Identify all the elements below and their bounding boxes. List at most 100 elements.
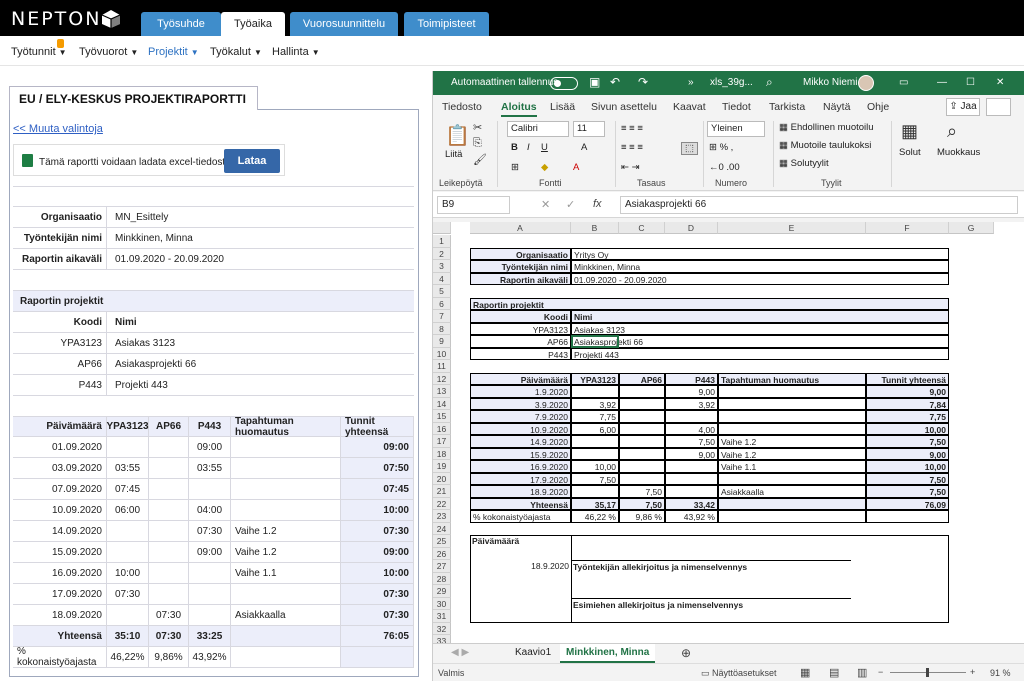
copy-icon[interactable]: ⎘ xyxy=(473,137,482,150)
data-cell[interactable] xyxy=(619,422,665,435)
data-cell[interactable] xyxy=(718,422,866,435)
name-box[interactable]: B9 xyxy=(437,196,510,214)
font-color-icon[interactable]: A xyxy=(573,162,579,173)
function-icon[interactable]: fx xyxy=(593,198,602,210)
merge-icon[interactable]: ⬚ xyxy=(681,142,698,155)
zoom-thumb[interactable] xyxy=(926,668,929,677)
data-cell[interactable] xyxy=(665,485,718,498)
menu-tiedosto[interactable]: Tiedosto xyxy=(442,101,482,113)
row-header[interactable]: 20 xyxy=(433,472,451,485)
total-cell[interactable] xyxy=(718,497,866,510)
data-cell[interactable] xyxy=(619,472,665,485)
data-cell[interactable]: 16.9.2020 xyxy=(470,460,571,473)
data-cell[interactable]: 7,75 xyxy=(866,410,949,423)
info-value[interactable]: Yritys Oy xyxy=(571,247,949,260)
add-sheet-icon[interactable]: ⊕ xyxy=(681,646,691,660)
ribbon-options-icon[interactable]: ▭ xyxy=(899,77,908,88)
column-header[interactable]: G xyxy=(949,222,994,234)
project-name[interactable]: Projekti 443 xyxy=(571,347,949,360)
projects-header-name[interactable]: Nimi xyxy=(571,310,949,323)
row-header[interactable]: 5 xyxy=(433,285,451,298)
data-cell[interactable] xyxy=(718,385,866,398)
data-cell[interactable]: 9,00 xyxy=(866,385,949,398)
row-header[interactable]: 33 xyxy=(433,635,451,643)
cancel-icon[interactable]: ✕ xyxy=(541,198,550,211)
data-cell[interactable] xyxy=(619,385,665,398)
data-cell[interactable]: 7,50 xyxy=(665,435,718,448)
cut-icon[interactable]: ✂ xyxy=(473,121,482,134)
tab-toimipisteet[interactable]: Toimipisteet xyxy=(404,12,489,36)
tab-tyosuhde[interactable]: Työsuhde xyxy=(141,12,221,36)
data-cell[interactable]: 7,75 xyxy=(571,410,619,423)
projects-header-code[interactable]: Koodi xyxy=(470,310,571,323)
row-header[interactable]: 21 xyxy=(433,485,451,498)
row-header[interactable]: 8 xyxy=(433,322,451,335)
menu-lisaa[interactable]: Lisää xyxy=(550,101,575,113)
font-grow-icon[interactable]: A xyxy=(581,142,587,153)
number-format-select[interactable]: Yleinen xyxy=(707,121,765,137)
format-painter-icon[interactable]: 🖌 xyxy=(473,153,487,166)
menu-kaavat[interactable]: Kaavat xyxy=(673,101,706,113)
row-header[interactable]: 16 xyxy=(433,422,451,435)
sheet-tab-kaavio1[interactable]: Kaavio1 xyxy=(509,644,557,663)
row-header[interactable]: 25 xyxy=(433,535,451,548)
indent-icon[interactable]: ⇤ ⇥ xyxy=(621,162,640,173)
data-cell[interactable] xyxy=(571,485,619,498)
header-cell[interactable]: Päivämäärä xyxy=(470,372,571,385)
percent-icon[interactable]: ⊞ % , xyxy=(709,142,733,153)
info-label[interactable]: Organisaatio xyxy=(470,247,571,260)
cells-icon[interactable]: ▦ xyxy=(901,121,918,142)
bold-icon[interactable]: B xyxy=(511,142,518,153)
project-code[interactable]: P443 xyxy=(470,347,571,360)
zoom-out-icon[interactable]: − xyxy=(878,667,883,677)
header-cell[interactable]: Tunnit yhteensä xyxy=(866,372,949,385)
percent-cell[interactable] xyxy=(866,510,949,523)
total-cell[interactable]: 76,09 xyxy=(866,497,949,510)
row-header[interactable]: 7 xyxy=(433,310,451,323)
data-cell[interactable]: Vaihe 1.2 xyxy=(718,435,866,448)
project-code[interactable]: AP66 xyxy=(470,335,571,348)
menu-ohje[interactable]: Ohje xyxy=(867,101,889,113)
nav-hallinta[interactable]: Hallinta ▼ xyxy=(272,46,320,58)
row-header[interactable]: 19 xyxy=(433,460,451,473)
row-header[interactable]: 6 xyxy=(433,297,451,310)
align-top-icon[interactable]: ≡ ≡ ≡ xyxy=(621,123,643,134)
nav-tyovuorot[interactable]: Työvuorot ▼ xyxy=(79,46,138,58)
data-cell[interactable] xyxy=(619,397,665,410)
column-header[interactable]: F xyxy=(866,222,949,234)
data-cell[interactable] xyxy=(619,447,665,460)
data-cell[interactable]: 10,00 xyxy=(571,460,619,473)
tab-vuorosuunnittelu[interactable]: Vuorosuunnittelu xyxy=(290,12,398,36)
data-cell[interactable]: 9,00 xyxy=(665,447,718,460)
font-name-select[interactable]: Calibri xyxy=(507,121,569,137)
header-cell[interactable]: P443 xyxy=(665,372,718,385)
paste-icon[interactable]: 📋 xyxy=(445,123,470,148)
row-header[interactable]: 30 xyxy=(433,597,451,610)
row-header[interactable]: 4 xyxy=(433,272,451,285)
data-cell[interactable]: 10.9.2020 xyxy=(470,422,571,435)
row-header[interactable]: 22 xyxy=(433,497,451,510)
percent-cell[interactable]: % kokonaistyöajasta xyxy=(470,510,571,523)
menu-tiedot[interactable]: Tiedot xyxy=(722,101,751,113)
borders-icon[interactable]: ⊞ xyxy=(511,162,519,173)
comments-button[interactable] xyxy=(986,98,1011,116)
page-break-icon[interactable]: ▥ xyxy=(857,666,867,679)
percent-cell[interactable]: 9,86 % xyxy=(619,510,665,523)
percent-cell[interactable]: 46,22 % xyxy=(571,510,619,523)
data-cell[interactable]: 4,00 xyxy=(665,422,718,435)
undo-icon[interactable]: ↶ xyxy=(610,75,620,89)
row-header[interactable]: 31 xyxy=(433,610,451,623)
row-header[interactable]: 14 xyxy=(433,397,451,410)
column-header[interactable]: C xyxy=(619,222,665,234)
data-cell[interactable] xyxy=(718,397,866,410)
signature-date[interactable]: 18.9.2020 xyxy=(470,560,571,573)
menu-nayta[interactable]: Näytä xyxy=(823,101,850,113)
data-cell[interactable] xyxy=(619,410,665,423)
format-as-table-button[interactable]: ▦ Muotoile taulukoksi xyxy=(779,140,871,151)
nav-tyokalut[interactable]: Työkalut ▼ xyxy=(210,46,262,58)
sheet-tab-minkkinen[interactable]: Minkkinen, Minna xyxy=(560,644,656,663)
data-cell[interactable] xyxy=(665,460,718,473)
change-selection-link[interactable]: << Muuta valintoja xyxy=(13,123,103,135)
info-label[interactable]: Työntekijän nimi xyxy=(470,260,571,273)
data-cell[interactable] xyxy=(571,385,619,398)
